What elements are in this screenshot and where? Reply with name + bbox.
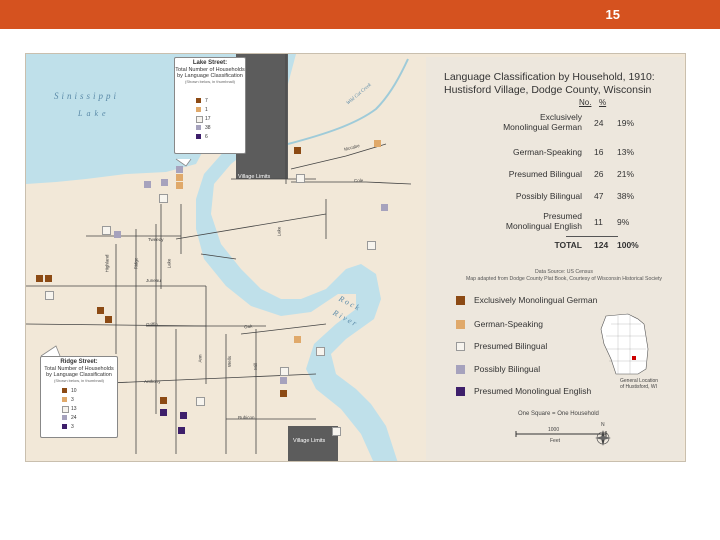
street-mill: Mill <box>252 363 258 370</box>
ridge-callout-row: 10 <box>62 388 77 394</box>
one-square-note: One Square = One Household <box>518 411 599 417</box>
scale-value: 1000 <box>548 427 560 433</box>
household-marker <box>178 427 185 434</box>
lake-callout-row: 1 <box>196 107 208 113</box>
street-lake2: Lake <box>166 258 172 269</box>
household-marker <box>97 307 104 314</box>
ridge-callout-pointer <box>40 345 61 357</box>
household-marker <box>144 181 151 188</box>
table-header-no: No. <box>579 98 592 107</box>
lake-street-callout: Lake Street: Total Number of Households … <box>174 57 246 154</box>
household-marker <box>176 174 183 181</box>
locator-marker <box>632 356 636 360</box>
household-marker <box>160 397 167 404</box>
map-title: Language Classification by Household, 19… <box>444 71 684 97</box>
household-marker <box>160 409 167 416</box>
household-marker <box>114 231 121 238</box>
household-marker <box>294 336 301 343</box>
household-marker <box>280 377 287 384</box>
legend-swatch <box>456 365 465 374</box>
source-line1: Data Source: US Census <box>535 269 593 275</box>
street-ridge: Ridge <box>133 257 139 270</box>
household-marker <box>180 412 187 419</box>
lake-callout-row: 6 <box>196 134 208 140</box>
household-marker <box>176 182 183 189</box>
street-lake: Lake <box>276 226 282 237</box>
ridge-callout-title: Ridge Street: <box>60 359 98 365</box>
street-cole: Cole <box>354 178 364 183</box>
household-marker <box>374 140 381 147</box>
ridge-callout-row: 3 <box>62 397 74 403</box>
street-griffin: Griffin <box>146 322 158 327</box>
household-marker <box>102 226 111 235</box>
table-row: Exclusively Monolingual German 24 19% <box>503 112 635 132</box>
legend-swatch <box>456 342 465 351</box>
locator-label: General Location of Hustisford, WI <box>620 378 659 390</box>
lake-callout-row: 38 <box>196 125 211 131</box>
household-marker <box>196 397 205 406</box>
household-marker <box>45 275 52 282</box>
ridge-callout-row: 24 <box>62 415 77 421</box>
map-figure: Sinissippi Lake Wild Cat Creek Rock Rive… <box>25 53 686 462</box>
street-rubicon: Rubicon <box>238 415 255 420</box>
street-highland: Highland <box>104 254 110 273</box>
village-limits-top: Village Limits <box>238 174 271 180</box>
map-title-line2: Hustisford Village, Dodge County, Wiscon… <box>444 84 652 96</box>
household-marker <box>159 194 168 203</box>
street-ann: Ann <box>197 354 203 363</box>
household-marker <box>280 390 287 397</box>
household-marker <box>105 316 112 323</box>
street-wells: Wells <box>226 356 232 367</box>
lake-callout-title: Lake Street: <box>192 60 228 66</box>
household-marker <box>36 275 43 282</box>
household-marker <box>294 147 301 154</box>
slide-number: 15 <box>605 7 620 22</box>
title-bar: 15 <box>0 0 720 29</box>
household-marker <box>176 166 183 173</box>
table-header-pct: % <box>599 98 607 107</box>
scale-unit: Feet <box>550 438 561 444</box>
household-marker <box>280 367 289 376</box>
lake-callout-row: 17 <box>196 116 211 123</box>
street-tweedy: Tweedy <box>148 237 164 242</box>
legend-swatch <box>456 387 465 396</box>
lake-callout-row: 7 <box>196 98 208 104</box>
household-marker <box>381 204 388 211</box>
lake-label: Sinissippi <box>54 91 120 101</box>
north-label: N <box>601 422 605 428</box>
table-divider <box>566 236 618 237</box>
lake-callout-sub3: (Shown below, in thumbnail) <box>184 79 236 84</box>
ridge-callout-row: 3 <box>62 424 74 430</box>
source-note: Data Source: US Census Map adapted from … <box>444 269 684 283</box>
household-marker <box>332 427 341 436</box>
ridge-street-callout: Ridge Street: Total Number of Households… <box>40 356 118 438</box>
legend-swatch <box>456 320 465 329</box>
lake-word-label: Lake <box>78 109 110 118</box>
legend-swatch <box>456 296 465 305</box>
source-line2: Map adapted from Dodge County Plat Book,… <box>465 276 663 282</box>
table-row: Presumed Monolingual English 11 9% <box>505 211 630 231</box>
street-anthony: Anthony <box>144 379 161 384</box>
household-marker <box>161 179 168 186</box>
household-marker <box>367 241 376 250</box>
map-title-line1: Language Classification by Household, 19… <box>444 71 655 83</box>
village-limits-bottom: Village Limits <box>293 438 326 444</box>
household-marker <box>296 174 305 183</box>
household-marker <box>45 291 54 300</box>
village-limits-parcel <box>288 426 338 461</box>
ridge-callout-sub3: (Shown below, in thumbnail) <box>53 378 105 383</box>
street-juneau: Juneau <box>146 278 161 283</box>
ridge-callout-row: 13 <box>62 406 77 413</box>
household-marker <box>316 347 325 356</box>
